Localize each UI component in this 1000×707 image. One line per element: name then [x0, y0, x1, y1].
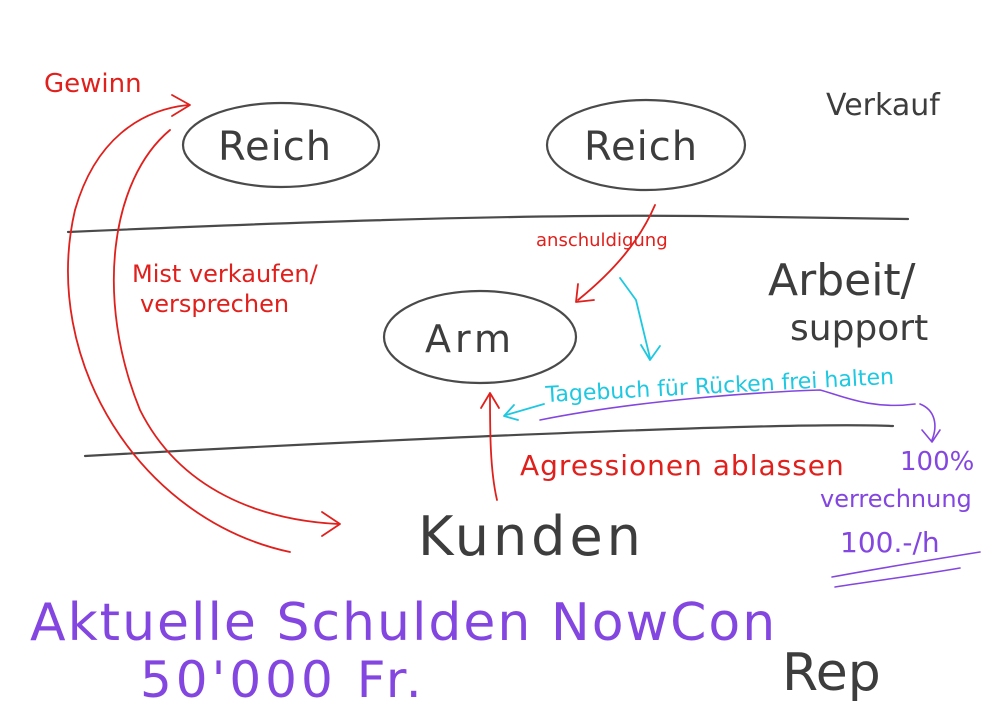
cyan-down-arrow: [619, 277, 651, 359]
gewinn-label: Gewinn: [44, 69, 142, 99]
prozent-arrowhead: [921, 429, 941, 443]
support-label: support: [790, 308, 928, 349]
mist-arrow: [112, 129, 339, 525]
cyan-left-arrow: [505, 403, 545, 416]
rate-label: 100.-/h: [840, 526, 940, 559]
arbeit-label: Arbeit/: [768, 255, 916, 306]
tagebuch-label: Tagebuch für Rücken frei halten: [544, 365, 895, 408]
debt-line2: 50'000 Fr.: [140, 651, 426, 707]
arm-label: Arm: [425, 317, 515, 361]
verkauf-label: Verkauf: [826, 88, 941, 123]
anschuldigung-arrow: [577, 204, 656, 301]
rate-underline-2: [834, 567, 961, 588]
kunden-label: Kunden: [418, 505, 645, 568]
mist-label-line1: Mist verkaufen/: [132, 260, 319, 288]
mist-label-line2: versprechen: [140, 290, 289, 318]
agressionen-label: Agressionen ablassen: [520, 449, 845, 482]
prozent-arrow: [919, 403, 936, 441]
whiteboard-diagram: Reich Reich Arm Kunden Verkauf Arbeit/ s…: [30, 69, 981, 707]
agressionen-arrow: [489, 394, 498, 501]
rep-label: Rep: [782, 643, 881, 703]
divider-line-top: [66, 214, 910, 234]
reich-left-label: Reich: [218, 124, 332, 170]
verrechnung-label: verrechnung: [820, 485, 972, 513]
gewinn-arrow: [67, 104, 291, 553]
reich-right-label: Reich: [584, 124, 698, 170]
debt-line1: Aktuelle Schulden NowCon: [30, 593, 777, 653]
anschuldigung-label: anschuldigung: [536, 230, 668, 251]
prozent-label: 100%: [900, 447, 974, 477]
